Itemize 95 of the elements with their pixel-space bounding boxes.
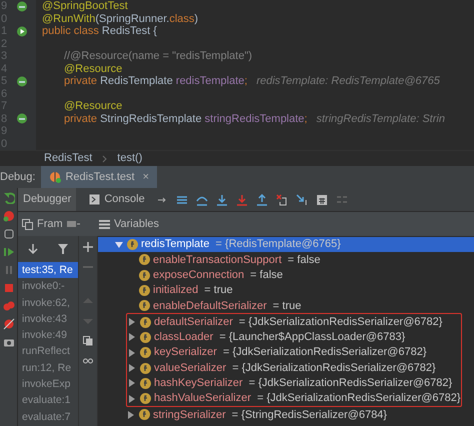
frame-item[interactable]: invokeExp — [18, 376, 78, 392]
resume-icon[interactable] — [2, 246, 14, 258]
variable-row[interactable]: hashValueSerializer = {JdkSerializationRedisSerializer@6782} — [127, 390, 461, 406]
code-token: public class — [42, 25, 100, 38]
menu-icon[interactable] — [176, 194, 188, 206]
debug-label: Debug: — [0, 170, 36, 185]
bean-icon[interactable] — [16, 113, 28, 124]
add-icon[interactable] — [83, 242, 93, 252]
bean-icon[interactable] — [16, 0, 28, 12]
code-token: RedisTemplate — [100, 75, 174, 88]
rerun-icon[interactable] — [2, 192, 14, 204]
frame-item[interactable]: invoke:43 — [18, 310, 78, 328]
code-token: @Resource — [64, 100, 122, 112]
variable-row[interactable]: enableDefaultSerializer = true — [98, 298, 474, 314]
pin-icon[interactable] — [158, 196, 168, 202]
collapsed-arrow-icon[interactable] — [129, 394, 135, 403]
restore-layout-icon[interactable] — [2, 228, 14, 240]
collapsed-arrow-icon[interactable] — [129, 379, 135, 388]
frames-icon — [22, 218, 33, 230]
variable-row[interactable]: valueSerializer = {JdkSerializationRedisSerializer@6782} — [127, 360, 461, 376]
glasses-icon[interactable] — [83, 356, 93, 366]
collapsed-arrow-icon[interactable] — [129, 318, 135, 326]
code-token: stringRedisTemplate — [204, 112, 304, 125]
code-token: private — [64, 75, 98, 88]
debugger-tab[interactable]: Console — [84, 188, 150, 211]
step-into-icon[interactable] — [216, 194, 228, 206]
collapsed-arrow-icon[interactable] — [129, 333, 135, 342]
chevron-icon — [102, 154, 108, 162]
variable-row[interactable]: exposeConnection = false — [98, 268, 474, 283]
variable-row[interactable]: keySerializer = {JdkSerializationRedisSerializer@6782} — [127, 345, 461, 360]
code-token: RedisTest { — [102, 25, 157, 38]
field-icon — [140, 378, 151, 389]
step-out-icon[interactable] — [256, 194, 268, 206]
bean-icon[interactable] — [16, 76, 28, 87]
expanded-arrow-icon[interactable] — [115, 242, 123, 248]
inline-hint: redisTemplate: RedisTemplate@6765 — [256, 75, 440, 88]
breakpoint-icon[interactable] — [2, 210, 14, 222]
code-token: (SpringRunner. — [95, 12, 170, 25]
field-icon — [139, 270, 150, 281]
code-token: class — [169, 12, 194, 25]
frames-header[interactable]: Fram — [37, 216, 63, 232]
debugger-tab[interactable]: Debugger — [18, 188, 76, 211]
variable-row[interactable]: redisTemplate = {RedisTemplate@6765} — [98, 237, 474, 252]
variable-row[interactable]: hashKeySerializer = {JdkSerializationRedisSerializer@6782} — [127, 376, 461, 391]
code-token: ) — [194, 12, 198, 25]
code-token: ; — [244, 75, 248, 88]
collapsed-arrow-icon[interactable] — [128, 410, 134, 419]
calculator-icon[interactable] — [316, 194, 328, 206]
inline-hint: stringRedisTemplate: Strin — [316, 112, 445, 125]
code-token: //@Resource(name = "redisTemplate") — [64, 50, 252, 62]
variable-row[interactable]: initialized = true — [98, 282, 474, 298]
field-icon — [139, 300, 150, 312]
frame-item[interactable]: run:12, Re — [18, 360, 78, 376]
frame-item[interactable]: evaluate:7 — [18, 408, 78, 425]
breadcrumb-item[interactable]: test() — [117, 150, 142, 167]
variable-row[interactable]: defaultSerializer = {JdkSerializationRedisSerializer@6782} — [127, 314, 461, 330]
mute-breakpoints-icon[interactable] — [2, 318, 14, 330]
run-icon[interactable] — [16, 26, 28, 37]
drop-frame-icon[interactable] — [276, 194, 288, 206]
frame-item[interactable]: runReflect — [18, 343, 78, 360]
variables-header[interactable]: Variables — [114, 216, 160, 232]
debug-tab[interactable]: RedisTest.test × — [41, 166, 158, 188]
field-icon — [127, 239, 138, 250]
code-token: ; — [304, 112, 308, 125]
field-icon — [140, 393, 151, 404]
code-token: StringRedisTemplate — [100, 112, 203, 125]
copy-icon[interactable] — [83, 336, 93, 346]
field-icon — [140, 362, 151, 374]
field-icon — [139, 285, 150, 296]
frame-item[interactable]: evaluate:1 — [18, 392, 78, 409]
filter-icon[interactable] — [58, 244, 68, 254]
frame-item[interactable]: invoke:49 — [18, 327, 78, 344]
frame-item[interactable]: invoke:62, — [18, 294, 78, 311]
code-token: @RunWith — [42, 12, 96, 25]
breadcrumb-item[interactable]: RedisTest — [44, 150, 92, 167]
collapsed-arrow-icon[interactable] — [129, 364, 135, 372]
variable-row[interactable]: enableTransactionSupport = false — [98, 252, 474, 268]
variable-row[interactable]: stringSerializer = {StringRedisSerializer@6784} — [98, 407, 474, 423]
field-icon — [140, 347, 151, 358]
field-icon — [140, 332, 151, 343]
run-to-cursor-icon[interactable] — [296, 194, 308, 206]
console-icon — [89, 194, 100, 205]
frame-item[interactable]: invoke0:- — [18, 278, 78, 295]
code-token: @SpringBootTest — [42, 0, 128, 12]
field-icon — [140, 316, 151, 328]
field-icon — [139, 409, 150, 420]
code-token: @Resource — [64, 62, 122, 75]
collapsed-arrow-icon[interactable] — [129, 348, 135, 357]
field-icon — [139, 254, 150, 266]
code-token: private — [64, 112, 98, 125]
down-arrow-icon[interactable] — [28, 244, 38, 254]
frame-item[interactable]: test:35, Re — [18, 262, 78, 278]
variable-row[interactable]: classLoader = {Launcher$AppClassLoader@6783} — [127, 330, 461, 346]
code-token: redisTemplate — [176, 75, 244, 88]
list-icon — [99, 218, 110, 230]
